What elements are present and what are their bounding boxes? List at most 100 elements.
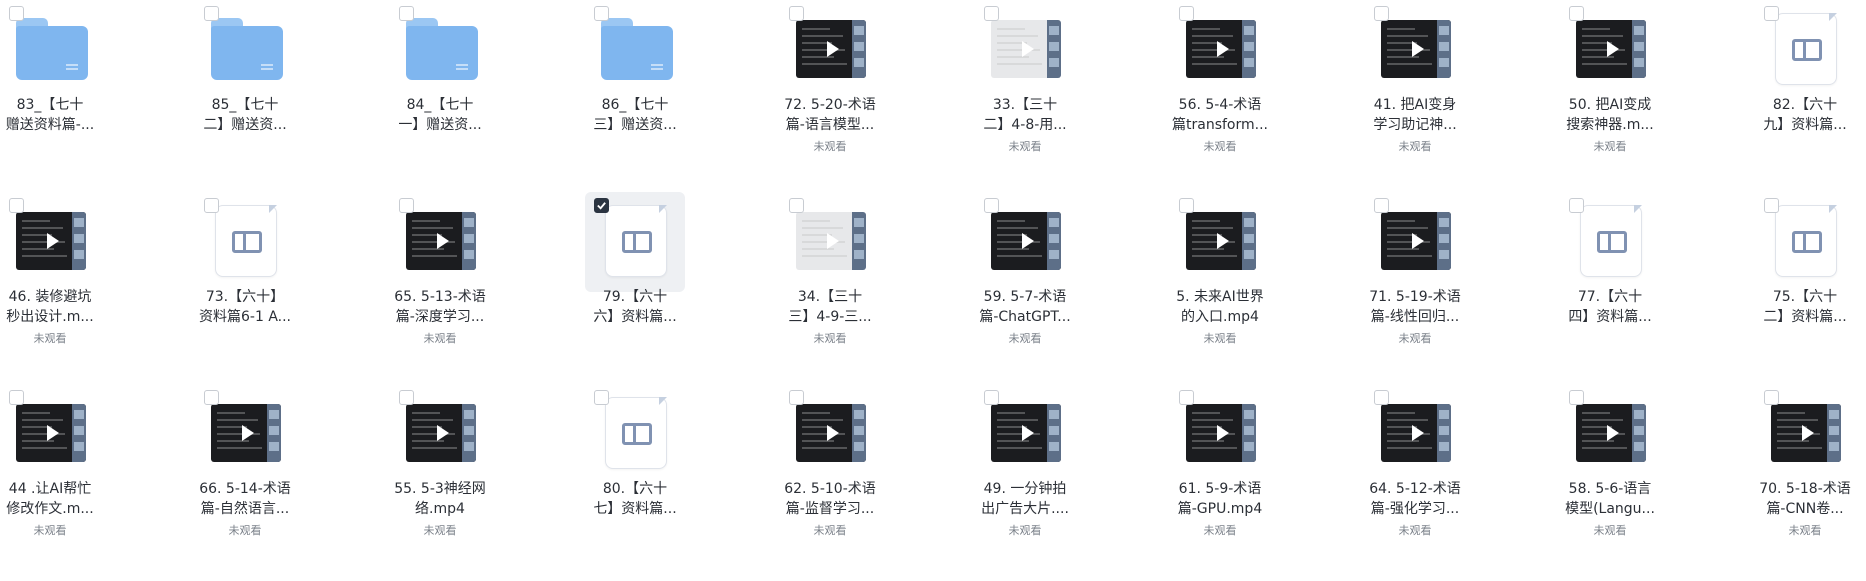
document-file-item[interactable]: 79.【六十 六】资料篇...: [585, 192, 705, 372]
select-checkbox[interactable]: [1764, 198, 1779, 213]
video-file-item[interactable]: 65. 5-13-术语 篇-深度学习... 未观看: [390, 192, 510, 372]
select-checkbox[interactable]: [1374, 198, 1389, 213]
file-grid: 83_【七十 赠送资料篇-... 85_【七十 二】赠送资... 84_【七十 …: [0, 0, 1866, 581]
watch-status: 未观看: [1008, 524, 1042, 537]
select-checkbox[interactable]: [594, 198, 609, 213]
select-checkbox[interactable]: [1374, 6, 1389, 21]
select-checkbox[interactable]: [1569, 390, 1584, 405]
select-checkbox[interactable]: [1569, 6, 1584, 21]
select-checkbox[interactable]: [399, 198, 414, 213]
video-file-item[interactable]: 55. 5-3神经网 络.mp4 未观看: [390, 384, 510, 564]
file-name: 84_【七十 一】赠送资...: [398, 97, 482, 133]
folder-item[interactable]: 83_【七十 赠送资料篇-...: [0, 0, 120, 180]
file-name: 58. 5-6-语言 模型(Langu...: [1565, 481, 1655, 517]
video-thumbnail: [1771, 404, 1841, 462]
select-checkbox[interactable]: [1179, 198, 1194, 213]
select-checkbox[interactable]: [1764, 6, 1779, 21]
play-icon: [1412, 425, 1424, 441]
file-name: 59. 5-7-术语 篇-ChatGPT...: [979, 289, 1071, 325]
select-checkbox[interactable]: [1179, 390, 1194, 405]
select-checkbox[interactable]: [984, 198, 999, 213]
select-checkbox[interactable]: [204, 390, 219, 405]
video-thumbnail: [406, 212, 476, 270]
select-checkbox[interactable]: [1569, 198, 1584, 213]
file-name: 50. 把AI变成 搜索神器.m...: [1566, 97, 1654, 133]
file-name: 79.【六十 六】资料篇...: [593, 289, 677, 325]
video-file-item[interactable]: 41. 把AI变身 学习助记神... 未观看: [1365, 0, 1485, 180]
video-file-item[interactable]: 66. 5-14-术语 篇-自然语言... 未观看: [195, 384, 315, 564]
select-checkbox[interactable]: [594, 390, 609, 405]
select-checkbox[interactable]: [204, 6, 219, 21]
play-icon: [1412, 41, 1424, 57]
document-file-item[interactable]: 82.【六十 九】资料篇...: [1755, 0, 1866, 180]
file-name: 77.【六十 四】资料篇...: [1568, 289, 1652, 325]
video-file-item[interactable]: 5. 未来AI世界 的入口.mp4 未观看: [1170, 192, 1290, 372]
file-name: 86_【七十 三】赠送资...: [593, 97, 677, 133]
video-file-item[interactable]: 49. 一分钟拍 出广告大片.... 未观看: [975, 384, 1095, 564]
file-name: 73.【六十】 资料篇6-1 A...: [199, 289, 291, 325]
watch-status: 未观看: [813, 332, 847, 345]
video-thumbnail: [796, 212, 866, 270]
file-name: 75.【六十 二】资料篇...: [1763, 289, 1847, 325]
file-name: 34.【三十 三】4-9-三...: [788, 289, 872, 325]
document-icon: [605, 397, 667, 469]
video-file-item[interactable]: 50. 把AI变成 搜索神器.m... 未观看: [1560, 0, 1680, 180]
video-file-item[interactable]: 33.【三十 二】4-8-用... 未观看: [975, 0, 1095, 180]
watch-status: 未观看: [423, 332, 457, 345]
select-checkbox[interactable]: [9, 6, 24, 21]
play-icon: [1217, 233, 1229, 249]
video-file-item[interactable]: 71. 5-19-术语 篇-线性回归... 未观看: [1365, 192, 1485, 372]
video-thumbnail: [16, 404, 86, 462]
select-checkbox[interactable]: [204, 198, 219, 213]
video-thumbnail: [211, 404, 281, 462]
file-name: 80.【六十 七】资料篇...: [593, 481, 677, 517]
watch-status: 未观看: [1203, 140, 1237, 153]
folder-item[interactable]: 84_【七十 一】赠送资...: [390, 0, 510, 180]
folder-icon: [601, 18, 673, 80]
video-file-item[interactable]: 44 .让AI帮忙 修改作文.m... 未观看: [0, 384, 120, 564]
select-checkbox[interactable]: [789, 6, 804, 21]
play-icon: [1022, 425, 1034, 441]
select-checkbox[interactable]: [399, 6, 414, 21]
video-file-item[interactable]: 46. 装修避坑 秒出设计.m... 未观看: [0, 192, 120, 372]
file-name: 44 .让AI帮忙 修改作文.m...: [6, 481, 94, 517]
play-icon: [242, 425, 254, 441]
video-file-item[interactable]: 62. 5-10-术语 篇-监督学习... 未观看: [780, 384, 900, 564]
video-file-item[interactable]: 58. 5-6-语言 模型(Langu... 未观看: [1560, 384, 1680, 564]
file-name: 72. 5-20-术语 篇-语言模型...: [784, 97, 876, 133]
select-checkbox[interactable]: [9, 390, 24, 405]
document-file-item[interactable]: 73.【六十】 资料篇6-1 A...: [195, 192, 315, 372]
file-name: 61. 5-9-术语 篇-GPU.mp4: [1177, 481, 1263, 517]
video-file-item[interactable]: 61. 5-9-术语 篇-GPU.mp4 未观看: [1170, 384, 1290, 564]
video-thumbnail: [1576, 20, 1646, 78]
document-file-item[interactable]: 77.【六十 四】资料篇...: [1560, 192, 1680, 372]
folder-item[interactable]: 85_【七十 二】赠送资...: [195, 0, 315, 180]
select-checkbox[interactable]: [1179, 6, 1194, 21]
video-file-item[interactable]: 72. 5-20-术语 篇-语言模型... 未观看: [780, 0, 900, 180]
folder-item[interactable]: 86_【七十 三】赠送资...: [585, 0, 705, 180]
video-file-item[interactable]: 59. 5-7-术语 篇-ChatGPT... 未观看: [975, 192, 1095, 372]
document-file-item[interactable]: 75.【六十 二】资料篇...: [1755, 192, 1866, 372]
select-checkbox[interactable]: [1764, 390, 1779, 405]
play-icon: [1022, 233, 1034, 249]
play-icon: [437, 425, 449, 441]
document-icon: [605, 205, 667, 277]
document-icon: [1775, 13, 1837, 85]
video-file-item[interactable]: 34.【三十 三】4-9-三... 未观看: [780, 192, 900, 372]
video-file-item[interactable]: 64. 5-12-术语 篇-强化学习... 未观看: [1365, 384, 1485, 564]
file-name: 49. 一分钟拍 出广告大片....: [981, 481, 1069, 517]
select-checkbox[interactable]: [1374, 390, 1389, 405]
file-name: 65. 5-13-术语 篇-深度学习...: [394, 289, 486, 325]
select-checkbox[interactable]: [594, 6, 609, 21]
select-checkbox[interactable]: [789, 390, 804, 405]
video-file-item[interactable]: 56. 5-4-术语 篇transform... 未观看: [1170, 0, 1290, 180]
video-file-item[interactable]: 70. 5-18-术语 篇-CNN卷... 未观看: [1755, 384, 1866, 564]
video-thumbnail: [796, 404, 866, 462]
document-file-item[interactable]: 80.【六十 七】资料篇...: [585, 384, 705, 564]
select-checkbox[interactable]: [789, 198, 804, 213]
select-checkbox[interactable]: [399, 390, 414, 405]
select-checkbox[interactable]: [984, 390, 999, 405]
select-checkbox[interactable]: [9, 198, 24, 213]
select-checkbox[interactable]: [984, 6, 999, 21]
video-thumbnail: [1381, 404, 1451, 462]
